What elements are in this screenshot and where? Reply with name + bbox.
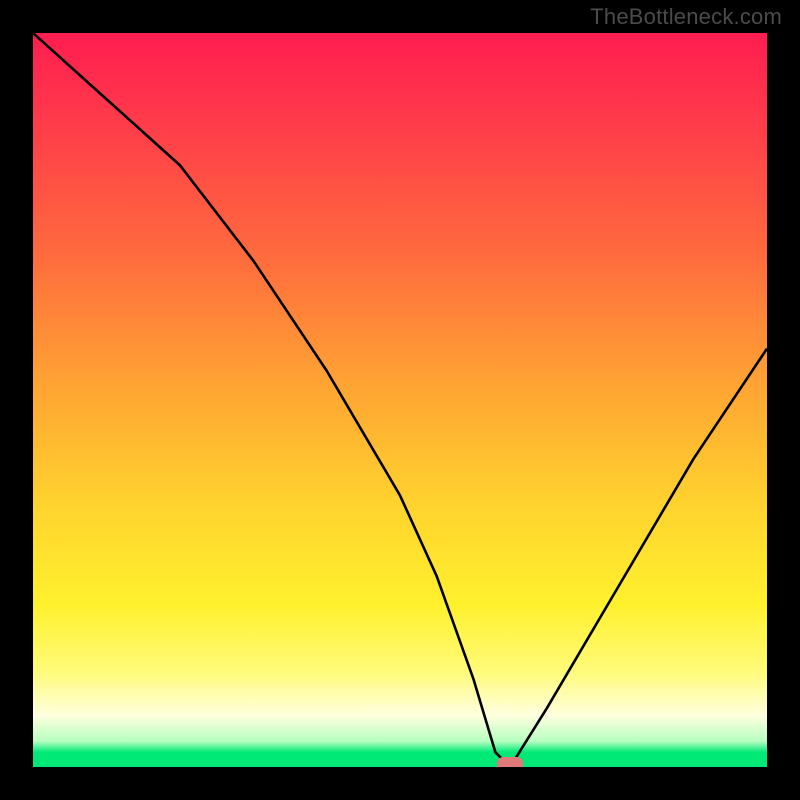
plot-area <box>33 33 767 767</box>
optimum-marker <box>497 757 523 767</box>
watermark-text: TheBottleneck.com <box>590 4 782 30</box>
bottleneck-curve <box>33 33 767 767</box>
chart-frame: TheBottleneck.com <box>0 0 800 800</box>
curve-path <box>33 33 767 767</box>
